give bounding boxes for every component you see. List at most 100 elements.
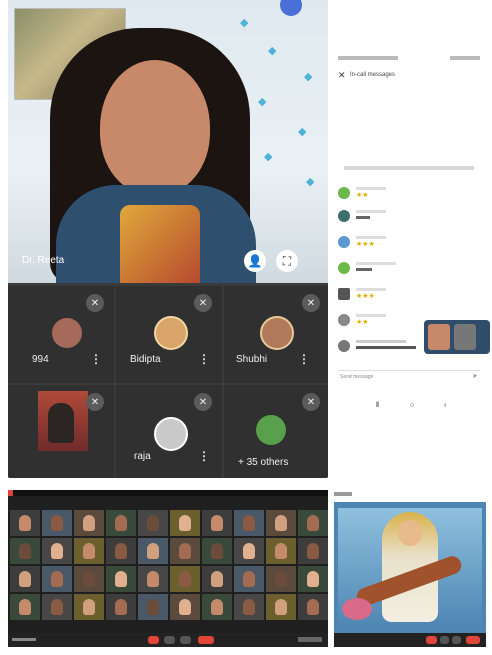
gallery-participant-tile[interactable] (106, 538, 136, 564)
captions-button[interactable] (180, 636, 191, 644)
participant-face (83, 515, 95, 531)
participant-face (83, 543, 95, 559)
message-input[interactable]: Send message (340, 374, 373, 380)
participant-face (275, 599, 287, 615)
gallery-participant-tile[interactable] (42, 510, 72, 536)
participant-face (51, 543, 63, 559)
wall-butterfly: ◆ (298, 126, 307, 138)
gallery-participant-tile[interactable] (74, 566, 104, 592)
more-options-icon[interactable]: ⋮ (90, 352, 102, 366)
gallery-participant-tile[interactable] (170, 510, 200, 536)
participant-face (275, 515, 287, 531)
send-icon[interactable]: ➤ (472, 372, 478, 380)
avatar (338, 262, 350, 274)
gallery-participant-tile[interactable] (234, 566, 264, 592)
gallery-participant-tile[interactable] (106, 510, 136, 536)
gallery-participant-tile[interactable] (202, 566, 232, 592)
gallery-participant-tile[interactable] (266, 510, 296, 536)
side-controls[interactable] (298, 637, 322, 642)
gallery-participant-tile[interactable] (10, 566, 40, 592)
avatar (338, 340, 350, 352)
gallery-participant-tile[interactable] (170, 566, 200, 592)
chat-header-title: In-call messages (350, 72, 396, 78)
avatar (260, 316, 294, 350)
gallery-participant-tile[interactable] (138, 566, 168, 592)
gallery-participant-tile[interactable] (266, 594, 296, 620)
gallery-participant-tile[interactable] (234, 538, 264, 564)
participant-face (51, 571, 63, 587)
recent-apps-icon[interactable]: ⦀ (376, 402, 379, 410)
gallery-participant-tile[interactable] (42, 538, 72, 564)
participant-face (243, 571, 255, 587)
lotus (342, 598, 372, 620)
participant-face (19, 599, 31, 615)
gallery-participant-tile[interactable] (74, 594, 104, 620)
mic-off-icon: ✕ (194, 393, 212, 411)
participant-face (307, 515, 319, 531)
gallery-participant-tile[interactable] (298, 510, 328, 536)
wall-butterfly: ◆ (258, 96, 267, 108)
gallery-participant-tile[interactable] (10, 594, 40, 620)
pip-preview[interactable] (424, 320, 490, 354)
gallery-participant-tile[interactable] (138, 510, 168, 536)
mic-toggle-button[interactable] (148, 636, 159, 644)
gallery-participant-tile[interactable] (106, 594, 136, 620)
participant-tile-others[interactable]: ✕ + 35 others (224, 385, 328, 478)
gallery-participant-tile[interactable] (170, 538, 200, 564)
more-options-icon[interactable]: ⋮ (298, 352, 310, 366)
participant-face (51, 515, 63, 531)
close-icon[interactable]: ✕ (338, 70, 346, 81)
gallery-participant-tile[interactable] (10, 510, 40, 536)
participant-tile[interactable]: ✕ 994 ⋮ (8, 286, 114, 383)
gallery-participant-tile[interactable] (74, 538, 104, 564)
camera-toggle-button[interactable] (440, 636, 449, 644)
gallery-participant-tile[interactable] (266, 566, 296, 592)
participant-face (211, 599, 223, 615)
gallery-participant-tile[interactable] (202, 594, 232, 620)
gallery-participant-tile[interactable] (42, 566, 72, 592)
mic-off-icon: ✕ (302, 294, 320, 312)
participant-tile[interactable]: ✕ Shubhi ⋮ (224, 286, 328, 383)
gallery-participant-tile[interactable] (74, 510, 104, 536)
participant-figure (48, 403, 74, 443)
participant-face (147, 571, 159, 587)
participant-face (115, 543, 127, 559)
gallery-participant-tile[interactable] (10, 538, 40, 564)
participant-tile[interactable]: ✕ (8, 385, 114, 478)
mic-off-icon: ✕ (86, 294, 104, 312)
gallery-participant-tile[interactable] (298, 566, 328, 592)
participant-face (115, 571, 127, 587)
participant-tile[interactable]: ✕ raja ⋮ (116, 385, 222, 478)
home-icon[interactable]: ○ (410, 402, 414, 409)
participant-tile[interactable]: ✕ Bidipta ⋮ (116, 286, 222, 383)
gallery-participant-tile[interactable] (298, 538, 328, 564)
gallery-participant-tile[interactable] (234, 594, 264, 620)
gallery-participant-tile[interactable] (170, 594, 200, 620)
participant-face (83, 571, 95, 587)
end-call-button[interactable] (198, 636, 214, 644)
participant-face (179, 543, 191, 559)
gallery-participant-tile[interactable] (298, 594, 328, 620)
chat-message: ★★ (338, 187, 478, 199)
captions-button[interactable] (452, 636, 461, 644)
gallery-participant-tile[interactable] (202, 510, 232, 536)
gallery-participant-tile[interactable] (266, 538, 296, 564)
gallery-participant-tile[interactable] (234, 510, 264, 536)
more-options-icon[interactable]: ⋮ (198, 352, 210, 366)
gallery-participant-tile[interactable] (42, 594, 72, 620)
gallery-participant-tile[interactable] (138, 538, 168, 564)
speaker-video-tile[interactable]: ◆ ◆ ◆ ◆ ◆ ◆ ◆ Dr. Reeta 👤 ⛶ (8, 0, 328, 283)
participant-face (307, 543, 319, 559)
fullscreen-icon[interactable]: ⛶ (276, 250, 298, 272)
speaker-face (100, 60, 210, 195)
gallery-participant-tile[interactable] (202, 538, 232, 564)
more-options-icon[interactable]: ⋮ (198, 449, 210, 463)
gallery-participant-tile[interactable] (138, 594, 168, 620)
end-call-button[interactable] (466, 636, 480, 644)
pin-person-icon[interactable]: 👤 (244, 250, 266, 272)
back-icon[interactable]: ‹ (444, 402, 446, 409)
mic-toggle-button[interactable] (426, 636, 437, 644)
gallery-participant-tile[interactable] (106, 566, 136, 592)
chat-panel: ✕ In-call messages ★★ ★★★ ★★★ ★★ Send me… (334, 50, 490, 430)
camera-toggle-button[interactable] (164, 636, 175, 644)
